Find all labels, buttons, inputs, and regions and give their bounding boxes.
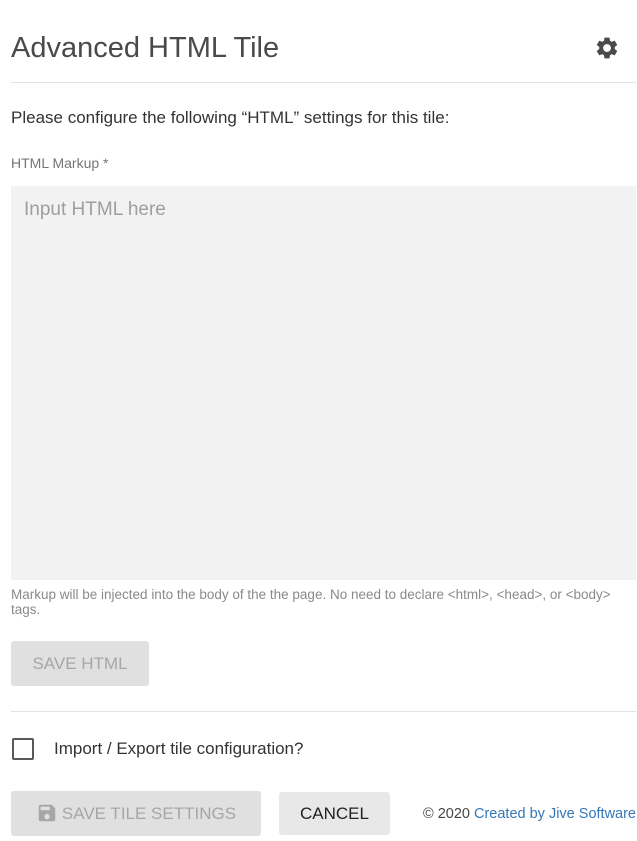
floppy-disk-icon: [36, 802, 58, 824]
import-export-checkbox[interactable]: [12, 738, 34, 760]
save-tile-settings-button[interactable]: SAVE TILE SETTINGS: [11, 791, 261, 836]
save-html-button[interactable]: SAVE HTML: [11, 641, 149, 686]
jive-software-link[interactable]: Created by Jive Software: [474, 806, 636, 822]
html-markup-label: HTML Markup *: [11, 155, 109, 171]
tile-header: Advanced HTML Tile: [11, 0, 636, 83]
cancel-button[interactable]: CANCEL: [279, 792, 390, 835]
markup-helper-text: Markup will be injected into the body of…: [11, 587, 611, 617]
import-export-label[interactable]: Import / Export tile configuration?: [54, 739, 303, 759]
html-markup-input[interactable]: [11, 186, 636, 580]
copyright-text: © 2020: [422, 806, 470, 822]
footer-credit: © 2020 Created by Jive Software: [415, 805, 636, 823]
save-tile-settings-label: SAVE TILE SETTINGS: [61, 804, 237, 823]
gear-icon[interactable]: [594, 35, 620, 61]
tile-settings-panel: Advanced HTML Tile Please configure the …: [11, 0, 636, 836]
intro-text: Please configure the following “HTML” se…: [11, 108, 450, 127]
section-divider: [11, 711, 636, 712]
page-title: Advanced HTML Tile: [11, 32, 280, 64]
